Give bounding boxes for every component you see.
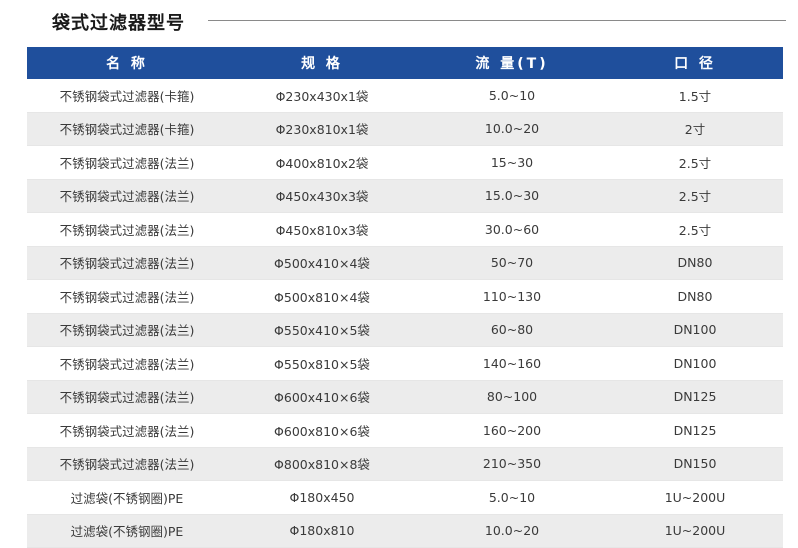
cell-flow: 110~130 [417,279,607,314]
table-row: 不锈钢袋式过滤器(法兰) Φ600x410×6袋 80~100 DN125 [27,380,783,414]
cell-flow: 5.0~10 [417,480,607,515]
cell-flow: 210~350 [417,447,607,481]
title-divider [208,20,786,21]
table-row: 过滤袋(不锈钢圈)PE Φ180x810 10.0~20 1U~200U [27,514,783,548]
cell-flow: 10.0~20 [417,514,607,548]
table-row: 不锈钢袋式过滤器(法兰) Φ400x810x2袋 15~30 2.5寸 [27,145,783,180]
cell-spec: Φ550x810×5袋 [227,346,417,381]
header-diameter: 口 径 [607,47,783,79]
cell-flow: 60~80 [417,313,607,347]
cell-name: 过滤袋(不锈钢圈)PE [27,514,227,548]
cell-spec: Φ600x810×6袋 [227,413,417,448]
cell-name: 不锈钢袋式过滤器(法兰) [27,346,227,381]
cell-spec: Φ400x810x2袋 [227,145,417,180]
table-row: 不锈钢袋式过滤器(法兰) Φ500x810×4袋 110~130 DN80 [27,279,783,314]
cell-spec: Φ230x810x1袋 [227,112,417,146]
cell-diameter: DN100 [607,346,783,381]
cell-diameter: DN100 [607,313,783,347]
cell-spec: Φ230x430x1袋 [227,79,417,113]
table-row: 不锈钢袋式过滤器(法兰) Φ450x430x3袋 15.0~30 2.5寸 [27,179,783,213]
cell-flow: 30.0~60 [417,212,607,247]
table-row: 不锈钢袋式过滤器(法兰) Φ550x410×5袋 60~80 DN100 [27,313,783,347]
table-header-row: 名 称 规 格 流 量(T) 口 径 [27,47,783,79]
table-row: 不锈钢袋式过滤器(法兰) Φ500x410×4袋 50~70 DN80 [27,246,783,280]
cell-spec: Φ180x810 [227,514,417,548]
cell-flow: 10.0~20 [417,112,607,146]
cell-spec: Φ550x410×5袋 [227,313,417,347]
cell-diameter: 2.5寸 [607,212,783,247]
cell-diameter: DN150 [607,447,783,481]
cell-name: 不锈钢袋式过滤器(法兰) [27,313,227,347]
cell-flow: 140~160 [417,346,607,381]
cell-name: 不锈钢袋式过滤器(卡箍) [27,79,227,113]
cell-flow: 80~100 [417,380,607,414]
cell-name: 过滤袋(不锈钢圈)PE [27,480,227,515]
title-bar: 袋式过滤器型号 [0,0,798,44]
table-row: 不锈钢袋式过滤器(法兰) Φ450x810x3袋 30.0~60 2.5寸 [27,212,783,247]
cell-name: 不锈钢袋式过滤器(卡箍) [27,112,227,146]
cell-spec: Φ450x810x3袋 [227,212,417,247]
cell-diameter: 1.5寸 [607,79,783,113]
cell-diameter: 1U~200U [607,514,783,548]
cell-name: 不锈钢袋式过滤器(法兰) [27,212,227,247]
cell-spec: Φ500x810×4袋 [227,279,417,314]
cell-diameter: DN80 [607,246,783,280]
header-flow: 流 量(T) [417,47,607,79]
cell-flow: 50~70 [417,246,607,280]
cell-spec: Φ600x410×6袋 [227,380,417,414]
table-row: 不锈钢袋式过滤器(法兰) Φ600x810×6袋 160~200 DN125 [27,413,783,448]
cell-spec: Φ450x430x3袋 [227,179,417,213]
page-title: 袋式过滤器型号 [52,13,185,34]
cell-diameter: DN125 [607,380,783,414]
table-row: 不锈钢袋式过滤器(卡箍) Φ230x430x1袋 5.0~10 1.5寸 [27,79,783,113]
cell-spec: Φ180x450 [227,480,417,515]
table-row: 不锈钢袋式过滤器(法兰) Φ800x810×8袋 210~350 DN150 [27,447,783,481]
cell-flow: 5.0~10 [417,79,607,113]
cell-diameter: 2.5寸 [607,179,783,213]
header-spec: 规 格 [227,47,417,79]
cell-diameter: DN125 [607,413,783,448]
cell-name: 不锈钢袋式过滤器(法兰) [27,279,227,314]
cell-name: 不锈钢袋式过滤器(法兰) [27,413,227,448]
cell-flow: 160~200 [417,413,607,448]
table-row: 不锈钢袋式过滤器(法兰) Φ550x810×5袋 140~160 DN100 [27,346,783,381]
spec-table: 名 称 规 格 流 量(T) 口 径 不锈钢袋式过滤器(卡箍) Φ230x430… [27,47,783,548]
cell-diameter: 2寸 [607,112,783,146]
cell-diameter: 2.5寸 [607,145,783,180]
cell-diameter: DN80 [607,279,783,314]
cell-name: 不锈钢袋式过滤器(法兰) [27,145,227,180]
cell-spec: Φ500x410×4袋 [227,246,417,280]
cell-name: 不锈钢袋式过滤器(法兰) [27,380,227,414]
table-row: 不锈钢袋式过滤器(卡箍) Φ230x810x1袋 10.0~20 2寸 [27,112,783,146]
header-name: 名 称 [27,47,227,79]
cell-flow: 15.0~30 [417,179,607,213]
cell-name: 不锈钢袋式过滤器(法兰) [27,246,227,280]
cell-name: 不锈钢袋式过滤器(法兰) [27,179,227,213]
cell-spec: Φ800x810×8袋 [227,447,417,481]
cell-diameter: 1U~200U [607,480,783,515]
cell-name: 不锈钢袋式过滤器(法兰) [27,447,227,481]
cell-flow: 15~30 [417,145,607,180]
table-row: 过滤袋(不锈钢圈)PE Φ180x450 5.0~10 1U~200U [27,480,783,515]
